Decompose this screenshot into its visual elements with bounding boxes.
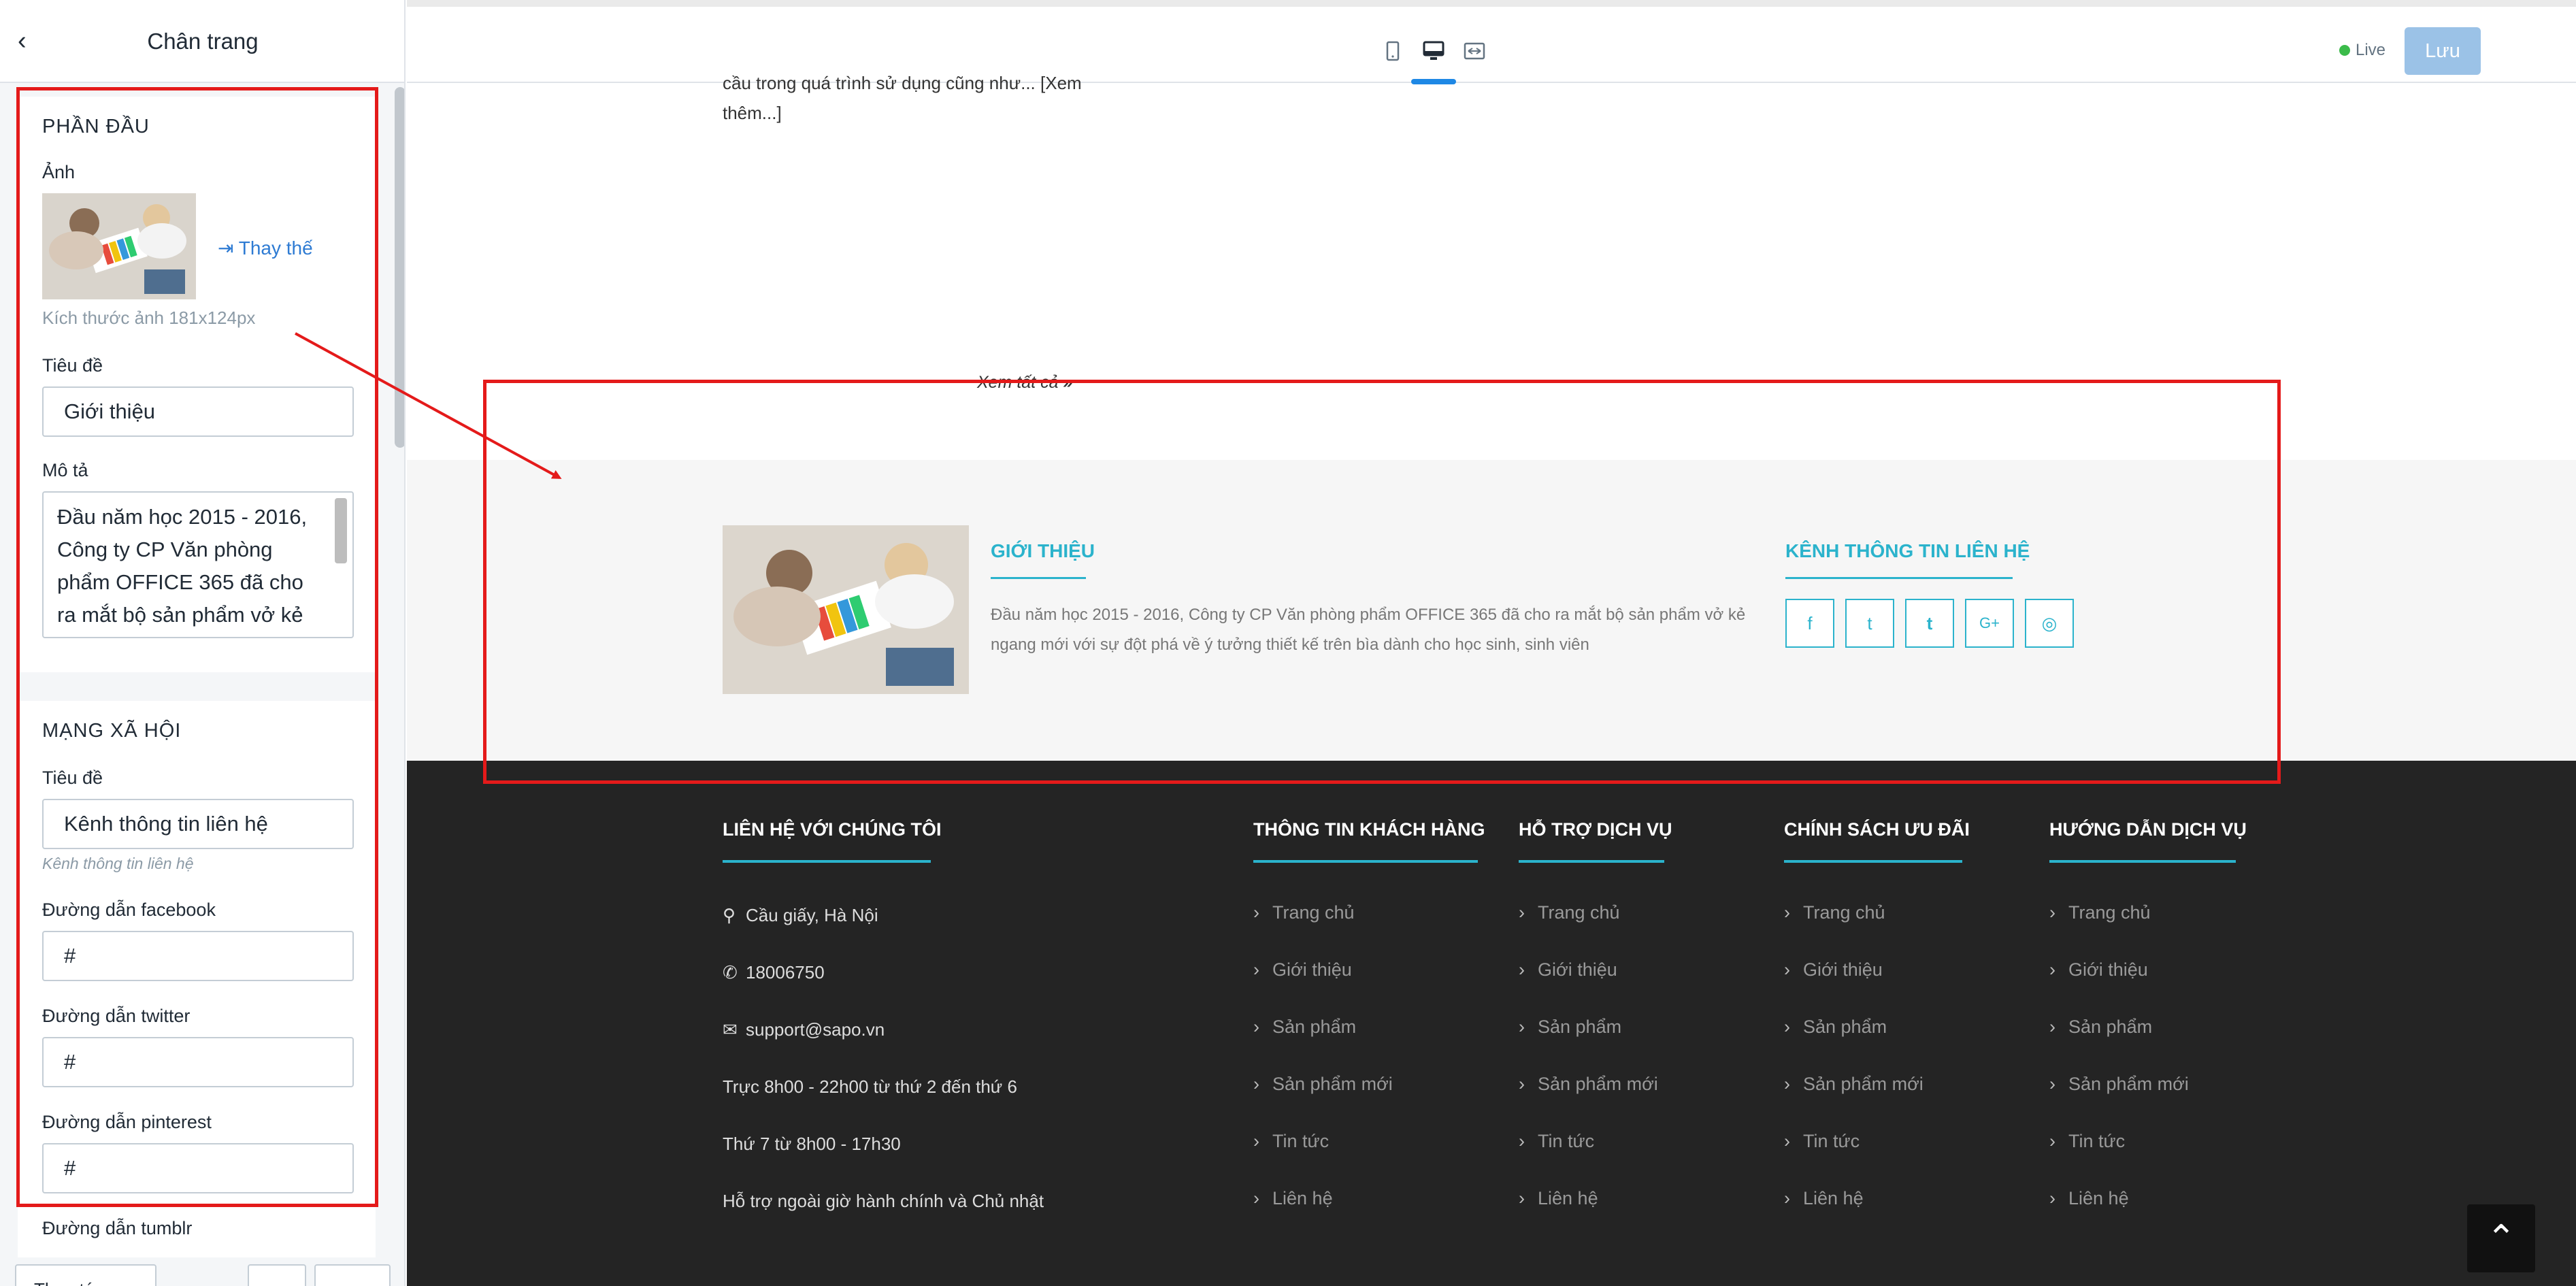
annotation-arrow <box>295 332 562 479</box>
